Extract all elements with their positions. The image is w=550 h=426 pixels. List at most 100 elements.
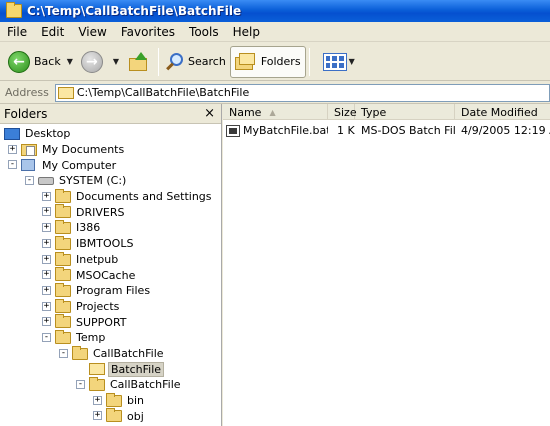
tree-item-label: Desktop (25, 127, 71, 141)
tree-item-label: CallBatchFile (93, 346, 164, 360)
column-header-date-label: Date Modified (461, 105, 538, 119)
expand-icon[interactable]: + (42, 191, 51, 201)
folder-icon (106, 408, 122, 423)
window-title: C:\Temp\CallBatchFile\BatchFile (27, 4, 242, 18)
folders-pane-header: Folders × (0, 104, 221, 124)
folder-up-icon (127, 51, 149, 72)
tree-item[interactable]: - CallBatchFile (0, 377, 221, 393)
tree-item-label: My Documents (42, 143, 125, 157)
menu-favorites[interactable]: Favorites (114, 25, 182, 39)
tree-item-label: Projects (76, 299, 120, 313)
tree-item[interactable]: Desktop (0, 126, 221, 142)
toolbar-separator (308, 47, 310, 76)
address-input[interactable]: C:\Temp\CallBatchFile\BatchFile (54, 83, 550, 102)
expand-icon[interactable]: + (93, 395, 102, 405)
column-header-size[interactable]: Size (328, 104, 357, 120)
tree-item[interactable]: + MSOCache (0, 267, 221, 283)
views-button[interactable]: ▼ (313, 46, 363, 78)
column-header-name-label: Name (229, 105, 262, 119)
folder-icon (72, 345, 88, 360)
back-button[interactable]: ← Back (4, 46, 65, 78)
expand-icon[interactable]: + (42, 223, 51, 233)
collapse-icon[interactable]: - (8, 160, 17, 170)
expand-icon[interactable]: + (42, 207, 51, 217)
forward-dropdown-icon[interactable]: ▼ (113, 57, 119, 66)
column-header-type-label: Type (361, 105, 387, 119)
tree-item[interactable]: + obj (0, 408, 221, 424)
tree-item[interactable]: - My Computer (0, 157, 221, 173)
column-header-name[interactable]: Name ▲ (223, 104, 328, 120)
menu-bar: File Edit View Favorites Tools Help (0, 22, 550, 42)
column-header-size-label: Size (334, 105, 357, 119)
folder-icon (55, 298, 71, 313)
menu-help[interactable]: Help (226, 25, 267, 39)
address-value: C:\Temp\CallBatchFile\BatchFile (76, 86, 250, 99)
menu-edit[interactable]: Edit (34, 25, 71, 39)
expand-icon[interactable]: + (42, 238, 51, 248)
tree-item[interactable]: - Temp (0, 329, 221, 346)
tree-item[interactable]: + Documents and Settings (0, 188, 221, 205)
folder-icon (55, 314, 71, 329)
tree-item-label: Program Files (76, 284, 151, 298)
my-computer-icon (21, 159, 35, 172)
tree-item[interactable]: - SYSTEM (C:) (0, 173, 221, 189)
folder-icon (55, 220, 71, 235)
file-list-pane: Name ▲ Size Type Date Modified MyBatchFi… (223, 104, 550, 426)
table-row[interactable]: MyBatchFile.bat 1 KB MS-DOS Batch File 4… (223, 122, 550, 138)
back-arrow-icon: ← (8, 50, 30, 73)
views-icon (322, 52, 347, 71)
close-icon[interactable]: × (204, 106, 215, 121)
column-header-type[interactable]: Type (355, 104, 455, 120)
menu-tools[interactable]: Tools (182, 25, 226, 39)
collapse-icon[interactable]: - (42, 332, 51, 342)
tree-item[interactable]: + I386 (0, 220, 221, 236)
open-folder-icon (57, 86, 74, 99)
column-header-date-modified[interactable]: Date Modified (455, 104, 550, 120)
desktop-icon (4, 128, 20, 140)
expand-icon[interactable]: + (42, 254, 51, 264)
tree-item[interactable]: + IBMTOOLS (0, 235, 221, 252)
tree-item-label: I386 (76, 221, 101, 235)
expand-icon[interactable]: + (93, 411, 102, 421)
collapse-icon[interactable]: - (76, 380, 85, 389)
tree-item[interactable]: + SUPPORT (0, 314, 221, 330)
menu-file[interactable]: File (0, 25, 34, 39)
tree-item[interactable]: BatchFile (0, 361, 221, 377)
tree-item[interactable]: - CallBatchFile (0, 345, 221, 362)
drive-icon (38, 177, 54, 186)
search-icon (166, 52, 184, 71)
back-dropdown-icon[interactable]: ▼ (67, 57, 73, 66)
search-label: Search (188, 55, 226, 68)
expand-icon[interactable]: + (42, 285, 51, 295)
forward-button[interactable]: → (77, 46, 111, 78)
menu-view[interactable]: View (71, 25, 113, 39)
expand-icon[interactable]: + (42, 317, 51, 327)
expand-icon[interactable]: + (8, 144, 17, 154)
folders-button[interactable]: Folders (229, 45, 306, 78)
sort-ascending-icon: ▲ (269, 107, 276, 117)
tree-item[interactable]: + Program Files (0, 282, 221, 299)
collapse-icon[interactable]: - (59, 348, 68, 358)
tree-item[interactable]: + Projects (0, 298, 221, 315)
file-name: MyBatchFile.bat (243, 123, 328, 137)
folder-icon (55, 267, 71, 282)
collapse-icon[interactable]: - (25, 176, 34, 186)
column-header-row: Name ▲ Size Type Date Modified (223, 104, 550, 120)
tree-item[interactable]: + DRIVERS (0, 204, 221, 220)
search-button[interactable]: Search (162, 46, 230, 78)
folder-icon (55, 251, 71, 266)
file-name-cell: MyBatchFile.bat (223, 124, 328, 137)
batch-file-icon (226, 124, 240, 137)
expand-icon[interactable]: + (42, 270, 51, 280)
folder-icon (89, 377, 105, 391)
views-dropdown-icon: ▼ (348, 57, 355, 66)
tree-item-label: BatchFile (108, 361, 165, 377)
tree-item[interactable]: + Inetpub (0, 251, 221, 268)
tree-item[interactable]: + bin (0, 392, 221, 409)
tree-item[interactable]: + My Documents (0, 142, 221, 158)
up-button[interactable] (123, 46, 155, 78)
tree-item-label: MSOCache (76, 268, 136, 282)
tree-item-label: SUPPORT (76, 315, 127, 329)
tree-item-label: bin (127, 394, 145, 408)
expand-icon[interactable]: + (42, 301, 51, 311)
